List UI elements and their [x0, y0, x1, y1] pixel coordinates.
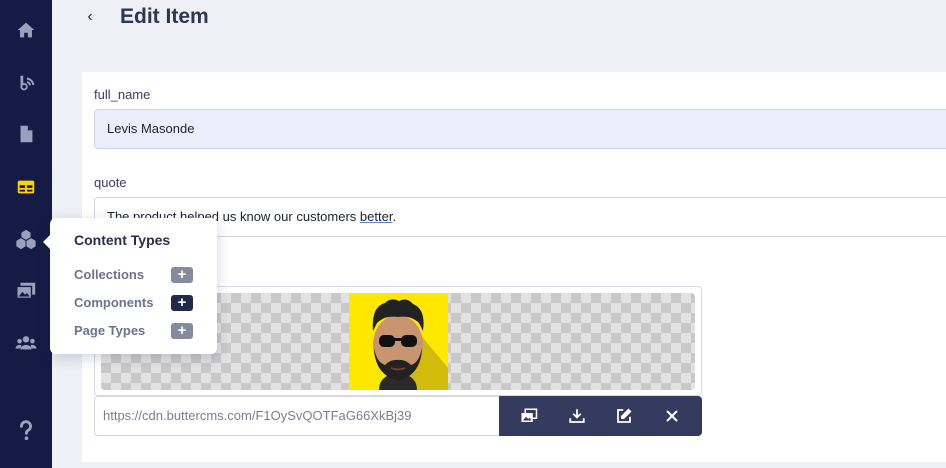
image-url-row: https://cdn.buttercms.com/F1OySvQOTFaG66…	[94, 396, 702, 436]
quote-input[interactable]: The product helped us know our customers…	[94, 197, 946, 237]
add-collection-button[interactable]: +	[171, 267, 193, 283]
popover-item-page-types[interactable]: Page Types	[74, 323, 145, 338]
page-icon[interactable]	[12, 120, 40, 148]
popover-arrow	[43, 234, 51, 250]
close-icon	[666, 410, 678, 422]
remove-button[interactable]	[658, 402, 686, 430]
popover-title: Content Types	[74, 232, 171, 248]
image-url-input[interactable]: https://cdn.buttercms.com/F1OySvQOTFaG66…	[94, 396, 500, 436]
media-library-button[interactable]	[515, 402, 543, 430]
page-title: Edit Item	[120, 5, 209, 28]
download-button[interactable]	[563, 402, 591, 430]
download-icon	[568, 409, 585, 423]
add-page-type-button[interactable]: +	[171, 323, 193, 339]
media-icon[interactable]	[12, 277, 40, 305]
full-name-input[interactable]: Levis Masonde	[94, 109, 946, 149]
avatar-image	[349, 293, 448, 390]
quote-text-underlined: better	[359, 209, 393, 224]
quote-text-end: .	[392, 209, 397, 224]
content-types-icon[interactable]	[12, 225, 40, 253]
add-component-button[interactable]: +	[171, 295, 193, 311]
page-header: ‹ Edit Item	[52, 0, 946, 72]
media-library-icon	[521, 408, 538, 422]
edit-button[interactable]	[610, 402, 638, 430]
image-toolbar	[499, 396, 702, 436]
blog-icon[interactable]	[12, 70, 40, 98]
home-icon[interactable]	[12, 16, 40, 44]
content-types-popover: Content Types Collections + Components +…	[43, 218, 217, 354]
collections-icon[interactable]	[12, 173, 40, 201]
popover-item-components[interactable]: Components	[74, 295, 153, 310]
users-icon[interactable]	[12, 329, 40, 357]
popover-item-collections[interactable]: Collections	[74, 267, 144, 282]
quote-label: quote	[94, 175, 127, 190]
edit-icon	[617, 408, 632, 423]
back-button[interactable]: ‹	[80, 6, 100, 28]
full-name-label: full_name	[94, 87, 151, 102]
help-icon[interactable]	[12, 416, 40, 444]
